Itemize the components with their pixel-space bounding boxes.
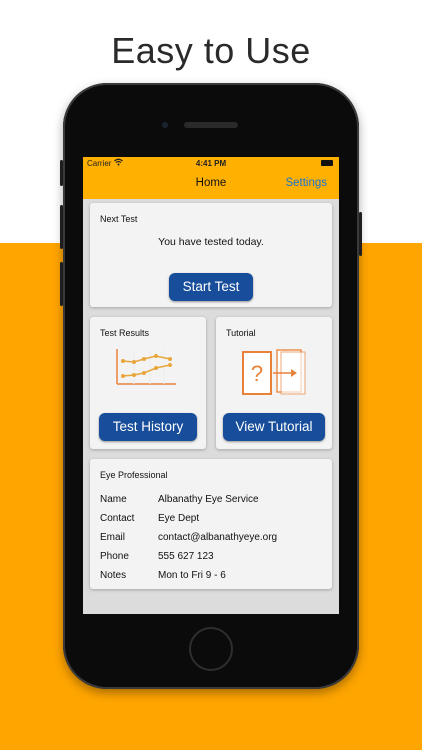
test-history-button[interactable]: Test History [99, 413, 197, 441]
navigation-bar: Home Settings [83, 170, 339, 199]
earpiece-speaker [184, 122, 238, 128]
info-label: Notes [100, 570, 127, 581]
info-value: contact@albanathyeye.org [158, 532, 278, 543]
info-value: 555 627 123 [158, 551, 214, 562]
info-label: Name [100, 494, 127, 505]
tutorial-card: Tutorial ? View Tutorial [216, 317, 332, 449]
front-camera [162, 122, 168, 128]
status-bar: Carrier 4:41 PM [83, 157, 339, 170]
app-screen: Carrier 4:41 PM Home Settings Next Test … [83, 157, 339, 614]
info-value: Eye Dept [158, 513, 200, 524]
svg-text:?: ? [251, 361, 263, 386]
start-test-button[interactable]: Start Test [169, 273, 253, 301]
eye-professional-card: Eye Professional Name Albanathy Eye Serv… [90, 459, 332, 589]
view-tutorial-button[interactable]: View Tutorial [223, 413, 325, 441]
next-test-title: Next Test [100, 214, 138, 224]
settings-button[interactable]: Settings [285, 177, 327, 189]
phone-volume-up [60, 205, 63, 249]
tutorial-icon: ? [241, 347, 307, 402]
test-results-card: Test Results Test History [90, 317, 206, 449]
tutorial-title: Tutorial [226, 328, 256, 338]
test-results-title: Test Results [100, 328, 150, 338]
next-test-card: Next Test You have tested today. Start T… [90, 203, 332, 307]
info-label: Contact [100, 513, 135, 524]
info-label: Phone [100, 551, 129, 562]
info-value: Mon to Fri 9 - 6 [158, 570, 226, 581]
info-value: Albanathy Eye Service [158, 494, 259, 505]
phone-volume-down [60, 262, 63, 306]
battery-icon [321, 160, 333, 166]
line-chart-icon [114, 347, 178, 392]
info-label: Email [100, 532, 126, 543]
phone-mute-switch [60, 160, 63, 186]
home-button[interactable] [189, 627, 233, 671]
next-test-message: You have tested today. [158, 236, 264, 248]
headline: Easy to Use [111, 30, 311, 71]
eye-professional-title: Eye Professional [100, 470, 168, 480]
phone-power-button [359, 212, 362, 256]
status-time: 4:41 PM [195, 159, 227, 168]
